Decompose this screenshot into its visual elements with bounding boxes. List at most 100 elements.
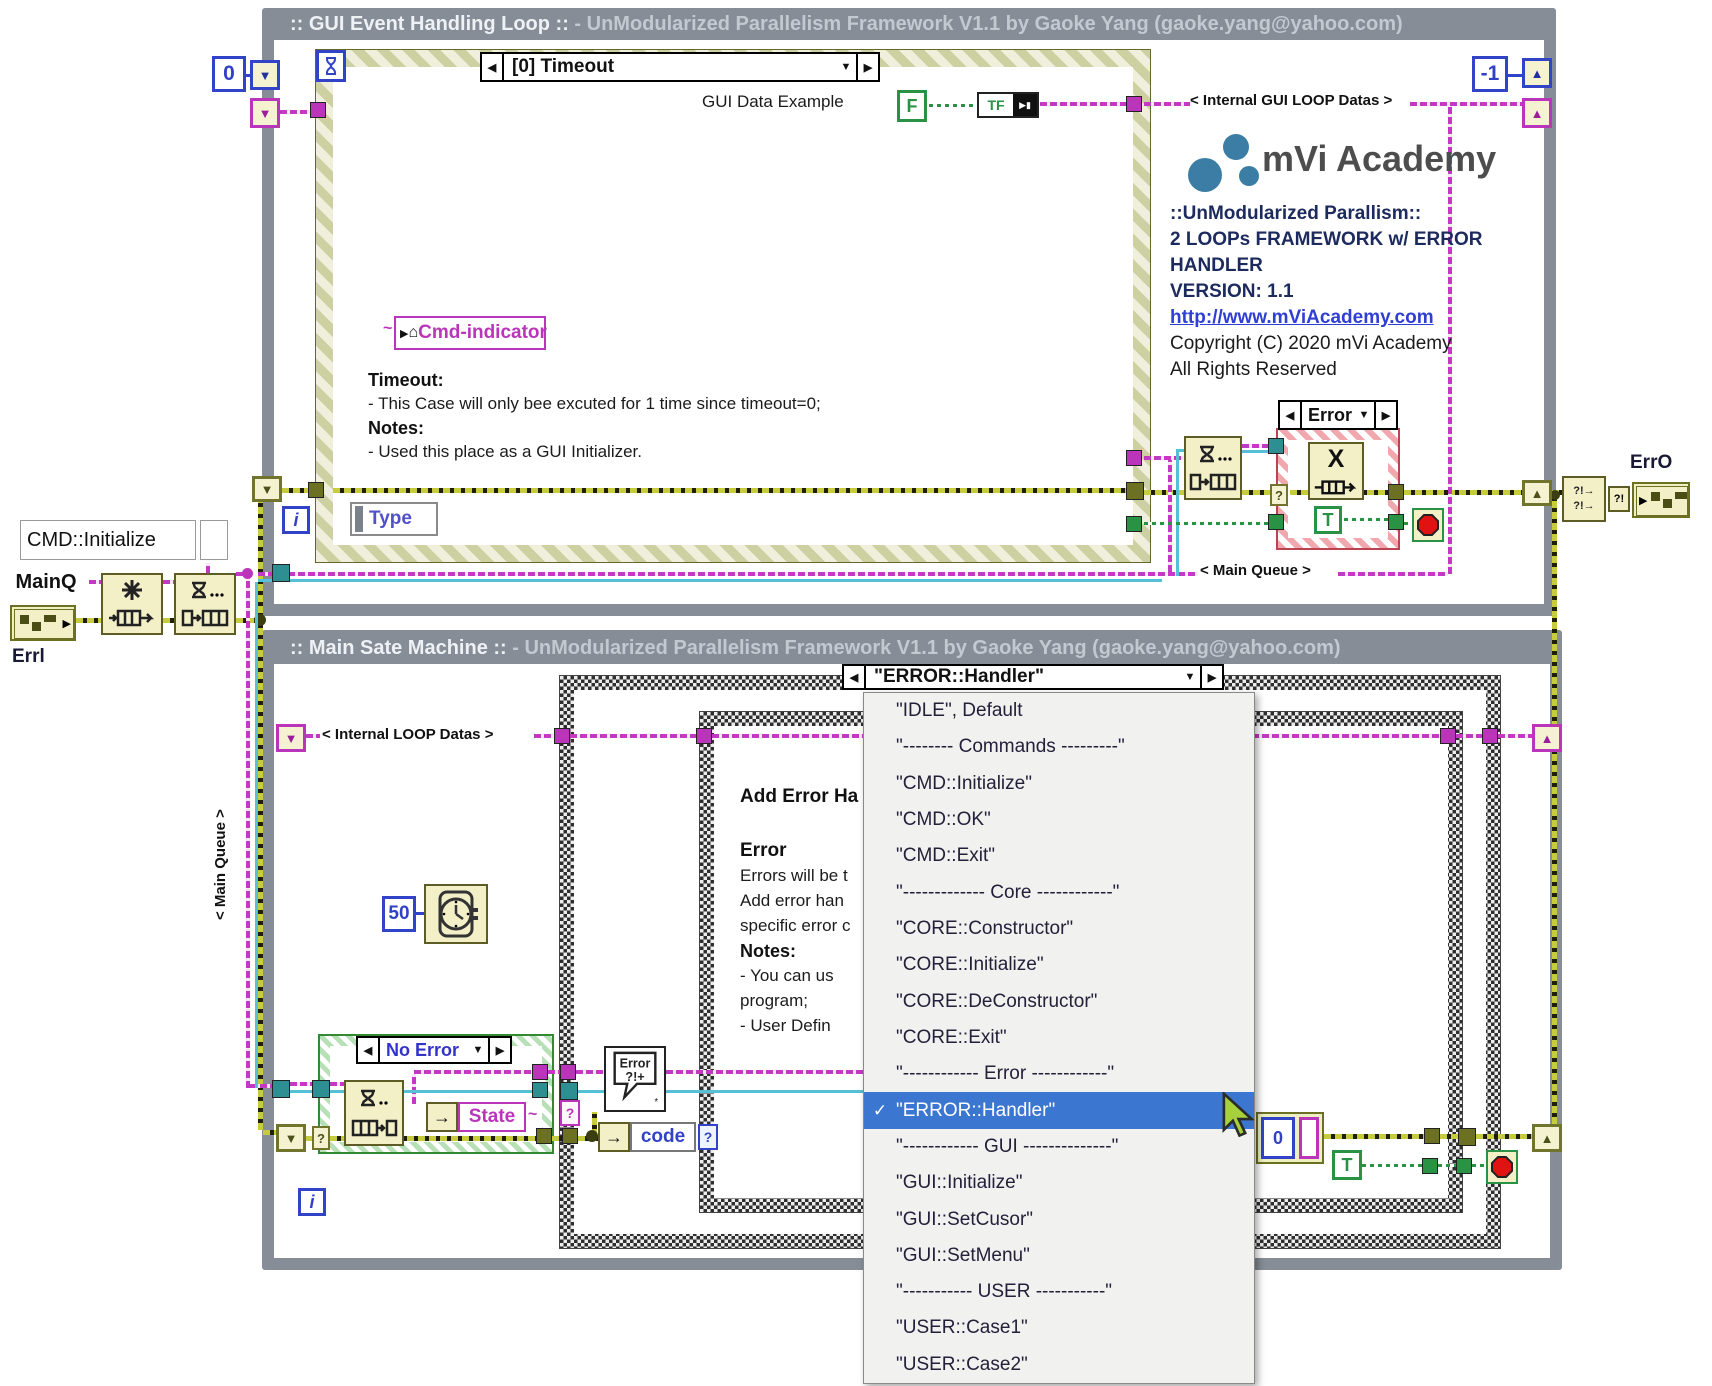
prev-case-icon[interactable]: ◀ xyxy=(844,666,866,688)
flush-queue-icon[interactable] xyxy=(1184,436,1242,500)
menu-item[interactable]: "GUI::SetCusor" xyxy=(864,1201,1254,1237)
squiggle-wire-icon: ~ xyxy=(383,320,392,338)
menu-item[interactable]: "CMD::Exit" xyxy=(864,838,1254,874)
event-case-selector[interactable]: ◀ [0] Timeout ▼ ▶ xyxy=(480,52,880,82)
timeout-constant[interactable]: 0 xyxy=(212,56,246,92)
dropdown-icon[interactable]: ▼ xyxy=(836,54,856,80)
shift-register-up-icon[interactable]: ▲ xyxy=(1522,58,1552,88)
menu-item[interactable]: "------------- Core ------------" xyxy=(864,875,1254,911)
mvi-logo-icon xyxy=(1223,134,1249,160)
menu-item[interactable]: "CORE::DeConstructor" xyxy=(864,984,1254,1020)
dropdown-icon[interactable]: ▼ xyxy=(468,1038,488,1062)
timeout-next-constant[interactable]: -1 xyxy=(1472,56,1508,92)
shift-register-up-icon[interactable]: ▲ xyxy=(1522,480,1552,506)
menu-item[interactable]: "------------ GUI --------------" xyxy=(864,1129,1254,1165)
mainq-label-box[interactable]: MainQ xyxy=(3,565,89,599)
prev-case-icon[interactable]: ◀ xyxy=(358,1038,380,1062)
cmd-initialize-text[interactable]: CMD::Initialize xyxy=(20,520,196,560)
shift-register-down-icon[interactable]: ▼ xyxy=(252,476,282,502)
menu-item-label: "GUI::Initialize" xyxy=(896,1172,1022,1194)
error-case-tunnel: ? xyxy=(312,1126,330,1150)
error-case-selector[interactable]: ◀ Error ▼ ▶ xyxy=(1278,400,1398,430)
stop-button[interactable] xyxy=(1486,1150,1518,1184)
prev-case-icon[interactable]: ◀ xyxy=(482,54,504,80)
wait-ms-constant[interactable]: 50 xyxy=(382,896,416,932)
obtain-queue-icon[interactable] xyxy=(101,573,163,635)
menu-item-selected[interactable]: ✓"ERROR::Handler" xyxy=(864,1092,1254,1128)
menu-item[interactable]: "CORE::Exit" xyxy=(864,1020,1254,1056)
prev-case-icon[interactable]: ◀ xyxy=(1280,402,1302,428)
iteration-terminal[interactable]: i xyxy=(298,1188,326,1216)
shift-register-up-icon[interactable]: ▲ xyxy=(1522,98,1552,128)
tunnel xyxy=(1126,482,1144,500)
menu-item-label: "CORE::Exit" xyxy=(896,1027,1007,1049)
next-case-icon[interactable]: ▶ xyxy=(856,54,878,80)
state-case-selector[interactable]: ◀ "ERROR::Handler" ▼ ▶ xyxy=(842,664,1224,690)
main-queue-wire xyxy=(1338,572,1448,576)
dropdown-icon[interactable]: ▼ xyxy=(1180,666,1200,688)
next-case-icon[interactable]: ▶ xyxy=(1374,402,1396,428)
menu-item[interactable]: "----------- USER -----------" xyxy=(864,1274,1254,1310)
next-case-icon[interactable]: ▶ xyxy=(1200,666,1222,688)
cmd-indicator-node[interactable]: ▶ ⌂ Cmd-indicator xyxy=(394,316,546,350)
menu-item[interactable]: "GUI::Initialize" xyxy=(864,1165,1254,1201)
event-timeout-terminal-icon[interactable] xyxy=(316,50,346,82)
case-selector-dropdown-menu[interactable]: "IDLE", Default "-------- Commands -----… xyxy=(863,692,1255,1384)
error-dialog-icon[interactable]: Error?!+* xyxy=(604,1046,666,1112)
menu-item[interactable]: "CORE::Constructor" xyxy=(864,911,1254,947)
boolean-wire xyxy=(1144,522,1270,525)
cmd-initialize-constant[interactable]: CMD::Initialize xyxy=(17,517,231,563)
enqueue-element-icon[interactable] xyxy=(174,573,236,635)
shift-register-down-icon[interactable]: ▼ xyxy=(276,1124,306,1152)
error-cluster-constant[interactable]: 0 xyxy=(1256,1112,1324,1164)
shift-register-down-icon[interactable]: ▼ xyxy=(250,60,280,90)
state-terminal-arrow-icon[interactable]: → xyxy=(426,1102,458,1132)
state-indicator[interactable]: State xyxy=(458,1102,526,1132)
tunnel xyxy=(310,102,326,118)
menu-item[interactable]: "GUI::SetMenu" xyxy=(864,1238,1254,1274)
shift-register-up-icon[interactable]: ▲ xyxy=(1532,1124,1562,1152)
error-code-constant[interactable]: 0 xyxy=(1261,1117,1295,1159)
code-indicator[interactable]: code xyxy=(630,1122,696,1152)
false-constant[interactable]: F xyxy=(897,90,927,122)
stop-button[interactable] xyxy=(1412,508,1444,542)
cluster-cell xyxy=(1675,492,1687,499)
merge-errors-icon[interactable]: ?!→ ?!→ xyxy=(1562,476,1606,522)
true-constant[interactable]: T xyxy=(1332,1150,1362,1180)
shift-register-down-icon[interactable]: ▼ xyxy=(276,724,306,752)
queue-wire xyxy=(1410,102,1522,106)
menu-item-label: "USER::Case1" xyxy=(896,1317,1028,1339)
wait-ms-icon[interactable] xyxy=(424,884,488,944)
sr-up-glyph: ▲ xyxy=(1541,1132,1554,1145)
bundle-boolean-icon[interactable]: TF ▶▮ xyxy=(977,92,1039,118)
error-in-control[interactable]: ▶ xyxy=(10,605,76,641)
error-out-indicator[interactable]: ▶ xyxy=(1632,482,1690,518)
menu-item[interactable]: "------------ Error ------------" xyxy=(864,1056,1254,1092)
notifier-wire xyxy=(255,582,258,1088)
iteration-terminal[interactable]: i xyxy=(282,506,310,534)
menu-item[interactable]: "USER::Case2" xyxy=(864,1347,1254,1383)
menu-item[interactable]: "-------- Commands ---------" xyxy=(864,729,1254,765)
dequeue-element-icon[interactable] xyxy=(344,1080,404,1146)
cmd-indicator-label: Cmd-indicator xyxy=(418,322,547,344)
mvi-url-link[interactable]: http://www.mViAcademy.com xyxy=(1170,307,1434,329)
sr-down-glyph: ▼ xyxy=(259,107,272,120)
event-data-type-node[interactable]: Type xyxy=(350,502,438,536)
error-source-constant[interactable] xyxy=(1299,1117,1319,1159)
menu-item[interactable]: "CMD::OK" xyxy=(864,802,1254,838)
dropdown-icon[interactable]: ▼ xyxy=(1354,402,1374,428)
coercion-tunnel: ? xyxy=(698,1124,718,1150)
menu-item[interactable]: "IDLE", Default xyxy=(864,693,1254,729)
menu-item[interactable]: "CORE::Initialize" xyxy=(864,947,1254,983)
next-case-icon[interactable]: ▶ xyxy=(488,1038,510,1062)
release-queue-icon[interactable]: X xyxy=(1308,442,1364,500)
cmd-indicator-terminal[interactable] xyxy=(362,316,382,350)
menu-item[interactable]: "CMD::Initialize" xyxy=(864,766,1254,802)
true-constant[interactable]: T xyxy=(1314,506,1342,534)
code-terminal-arrow-icon[interactable]: → xyxy=(598,1122,630,1152)
boolean-wire xyxy=(1438,1164,1458,1167)
shift-register-up-icon[interactable]: ▲ xyxy=(1532,724,1562,752)
no-error-case-selector[interactable]: ◀ No Error ▼ ▶ xyxy=(356,1036,512,1064)
menu-item[interactable]: "USER::Case1" xyxy=(864,1310,1254,1346)
shift-register-down-icon[interactable]: ▼ xyxy=(250,98,280,128)
